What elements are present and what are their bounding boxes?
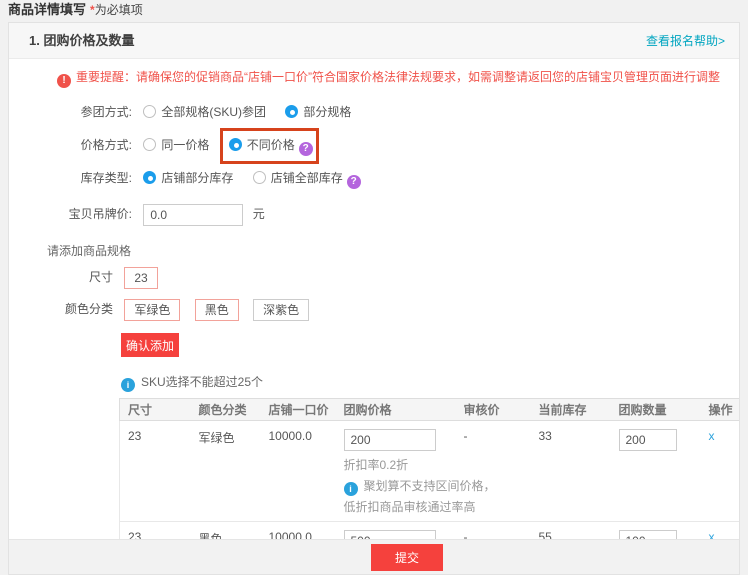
- page: 商品详情填写*为必填项 查看报名帮助> 1. 团购价格及数量 ! 重要提醒：请确保…: [0, 0, 748, 575]
- tag-price-unit: 元: [253, 207, 265, 221]
- sku-limit-notice: i SKU选择不能超过25个: [121, 373, 739, 392]
- warning-banner: ! 重要提醒：请确保您的促销商品“店铺一口价”符合国家价格法律法规要求，如需调整请…: [57, 69, 719, 88]
- page-title: 商品详情填写: [8, 2, 86, 17]
- discount-rate: 折扣率0.2折: [344, 456, 456, 473]
- price-tip-line2: 低折扣商品审核通过率高: [344, 498, 456, 515]
- tag-price-row: 宝贝吊牌价: 元: [9, 202, 739, 226]
- size-label: 尺寸: [37, 265, 113, 289]
- tag-price-label: 宝贝吊牌价:: [37, 202, 132, 226]
- radio-unselected-icon[interactable]: [253, 171, 266, 184]
- price-tip-text: 聚划算不支持区间价格，: [364, 479, 496, 493]
- size-row: 尺寸 23: [9, 265, 739, 289]
- radio-option-different-price[interactable]: 不同价格?: [229, 135, 313, 156]
- col-header-size: 尺寸: [120, 399, 195, 421]
- cell-size: 23: [120, 421, 195, 522]
- table-row: 23 军绿色 10000.0 折扣率0.2折 i聚划算不支持区间价格， 低折扣商…: [120, 421, 740, 522]
- info-icon: i: [344, 482, 358, 496]
- price-mode-row: 价格方式: 同一价格 不同价格?: [9, 135, 739, 155]
- footer-bar: 提交: [9, 539, 739, 574]
- radio-option-all-stock[interactable]: 店铺全部库存?: [253, 168, 361, 189]
- option-label: 部分规格: [303, 105, 351, 119]
- main-panel: 查看报名帮助> 1. 团购价格及数量 ! 重要提醒：请确保您的促销商品“店铺一口价…: [8, 22, 740, 575]
- signup-help-link[interactable]: 查看报名帮助>: [646, 23, 725, 59]
- stock-type-label: 库存类型:: [37, 168, 132, 188]
- help-icon[interactable]: ?: [299, 142, 313, 156]
- price-tip-line1: i聚划算不支持区间价格，: [344, 477, 456, 496]
- sku-limit-text: SKU选择不能超过25个: [141, 375, 263, 389]
- option-label: 店铺部分库存: [161, 171, 233, 185]
- cell-quantity: [615, 421, 705, 522]
- join-type-label: 参团方式:: [37, 102, 132, 122]
- option-label: 全部规格(SKU)参团: [161, 105, 266, 119]
- col-header-quantity: 团购数量: [615, 399, 705, 421]
- color-label: 颜色分类: [37, 297, 113, 321]
- radio-option-partial-sku[interactable]: 部分规格: [285, 102, 351, 122]
- group-price-input[interactable]: [344, 429, 436, 451]
- cell-color: 军绿色: [195, 421, 265, 522]
- radio-option-partial-stock[interactable]: 店铺部分库存: [143, 168, 233, 188]
- color-chip-army-green[interactable]: 军绿色: [124, 299, 180, 321]
- radio-selected-icon[interactable]: [229, 138, 242, 151]
- info-icon: i: [121, 378, 135, 392]
- delete-row-button[interactable]: x: [709, 429, 715, 443]
- option-label: 不同价格: [247, 138, 295, 152]
- spec-section-title: 请添加商品规格: [47, 242, 739, 259]
- col-header-stock: 当前库存: [535, 399, 615, 421]
- stock-type-row: 库存类型: 店铺部分库存 店铺全部库存?: [9, 168, 739, 188]
- page-title-bar: 商品详情填写*为必填项: [0, 0, 748, 22]
- col-header-shop-price: 店铺一口价: [265, 399, 340, 421]
- required-note: 为必填项: [95, 3, 143, 17]
- tag-price-input[interactable]: [143, 204, 243, 226]
- price-mode-label: 价格方式:: [37, 135, 132, 155]
- group-quantity-input[interactable]: [619, 429, 677, 451]
- radio-option-all-sku[interactable]: 全部规格(SKU)参团: [143, 102, 266, 122]
- col-header-color: 颜色分类: [195, 399, 265, 421]
- option-label: 同一价格: [161, 138, 209, 152]
- radio-selected-icon[interactable]: [143, 171, 156, 184]
- cell-stock: 33: [535, 421, 615, 522]
- col-header-audit-price: 审核价: [460, 399, 535, 421]
- section-title: 1. 团购价格及数量: [29, 33, 134, 48]
- table-header-row: 尺寸 颜色分类 店铺一口价 团购价格 审核价 当前库存 团购数量 操作: [120, 399, 740, 421]
- radio-unselected-icon[interactable]: [143, 105, 156, 118]
- radio-selected-icon[interactable]: [285, 105, 298, 118]
- warning-text: 重要提醒：请确保您的促销商品“店铺一口价”符合国家价格法律法规要求，如需调整请返…: [76, 70, 720, 84]
- col-header-group-price: 团购价格: [340, 399, 460, 421]
- radio-option-same-price[interactable]: 同一价格: [143, 135, 209, 155]
- cell-shop-price: 10000.0: [265, 421, 340, 522]
- radio-unselected-icon[interactable]: [143, 138, 156, 151]
- col-header-action: 操作: [705, 399, 740, 421]
- section-header: 查看报名帮助> 1. 团购价格及数量: [9, 23, 739, 59]
- color-row: 颜色分类 军绿色 黑色 深紫色: [9, 297, 739, 321]
- color-chip-dark-purple[interactable]: 深紫色: [253, 299, 309, 321]
- color-chip-black[interactable]: 黑色: [195, 299, 239, 321]
- help-icon[interactable]: ?: [347, 175, 361, 189]
- option-label: 店铺全部库存: [271, 171, 343, 185]
- join-type-row: 参团方式: 全部规格(SKU)参团 部分规格: [9, 102, 739, 122]
- cell-group-price: 折扣率0.2折 i聚划算不支持区间价格， 低折扣商品审核通过率高: [340, 421, 460, 522]
- confirm-add-button[interactable]: 确认添加: [121, 333, 179, 357]
- size-chip[interactable]: 23: [124, 267, 157, 289]
- alert-icon: !: [57, 74, 71, 88]
- submit-button[interactable]: 提交: [371, 544, 443, 571]
- cell-action: x: [705, 421, 740, 522]
